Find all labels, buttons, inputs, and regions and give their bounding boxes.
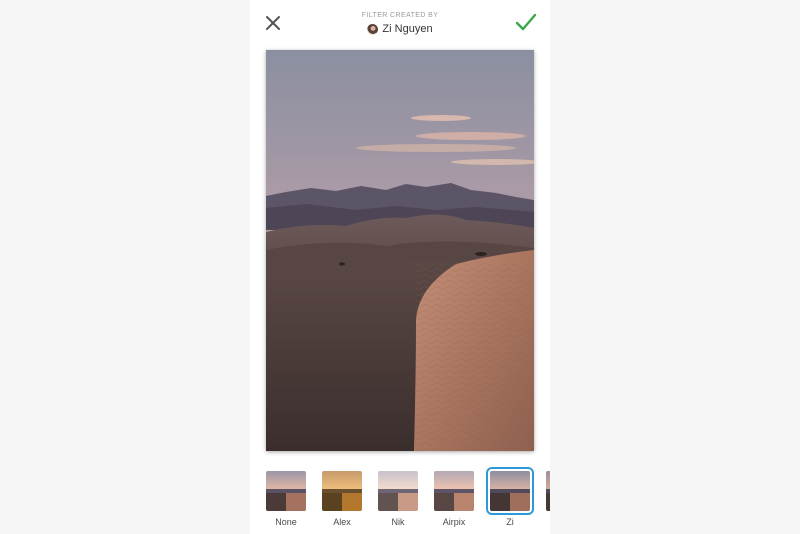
filter-label: Nik — [391, 517, 405, 527]
filter-editor-screen: FILTER CREATED BY Zi Nguyen None Alex Ni… — [250, 0, 550, 534]
filter-thumb-nik[interactable]: Nik — [376, 467, 420, 527]
filter-label: Alex — [333, 517, 351, 527]
filter-thumb-partial[interactable] — [544, 467, 550, 511]
avatar — [367, 23, 379, 35]
close-icon — [266, 16, 280, 30]
filter-thumb-alex[interactable]: Alex — [320, 467, 364, 527]
close-button[interactable] — [262, 12, 284, 34]
filter-label: Zi — [506, 517, 514, 527]
creator-name: Zi Nguyen — [382, 23, 433, 35]
filter-thumb-airpix[interactable]: Airpix — [432, 467, 476, 527]
photo-preview — [266, 50, 534, 451]
filter-thumb-image — [266, 471, 306, 511]
confirm-button[interactable] — [514, 11, 538, 33]
creator-row: Zi Nguyen — [300, 23, 500, 35]
filter-creator: FILTER CREATED BY Zi Nguyen — [300, 11, 500, 35]
filter-thumb-image — [434, 471, 474, 511]
filter-thumb-image — [378, 471, 418, 511]
desert-dunes-photo — [266, 50, 534, 451]
checkmark-icon — [515, 13, 537, 31]
filter-creator-caption: FILTER CREATED BY — [361, 12, 439, 19]
header: FILTER CREATED BY Zi Nguyen — [250, 0, 550, 46]
filter-thumb-zi[interactable]: Zi — [486, 467, 534, 527]
filter-thumb-image — [322, 471, 362, 511]
filter-thumb-image — [546, 471, 550, 511]
filter-thumbnail-strip: None Alex Nik Airpix Zi — [250, 467, 550, 534]
filter-thumb-image — [486, 467, 534, 515]
filter-label: Airpix — [442, 517, 466, 527]
filter-label: None — [275, 517, 297, 527]
filter-thumb-none[interactable]: None — [264, 467, 308, 527]
